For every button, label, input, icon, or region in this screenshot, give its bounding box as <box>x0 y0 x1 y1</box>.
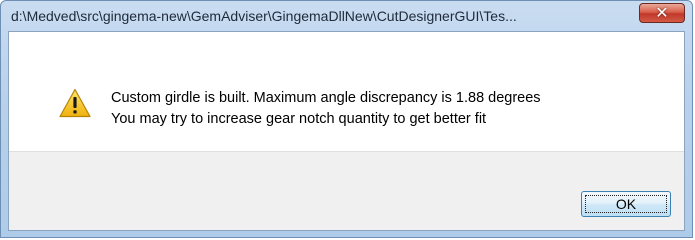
close-icon: ✕ <box>655 3 669 22</box>
message-line-2: You may try to increase gear notch quant… <box>111 111 487 127</box>
button-bar: OK <box>9 151 684 230</box>
title-bar[interactable]: d:\Medved\src\gingema-new\GemAdviser\Gin… <box>1 1 692 31</box>
window-title: d:\Medved\src\gingema-new\GemAdviser\Gin… <box>11 8 517 24</box>
dialog-client-area: Custom girdle is built. Maximum angle di… <box>8 31 685 231</box>
message-area: Custom girdle is built. Maximum angle di… <box>9 32 684 151</box>
warning-icon <box>59 88 91 118</box>
message-box-window: d:\Medved\src\gingema-new\GemAdviser\Gin… <box>0 0 693 238</box>
close-button[interactable]: ✕ <box>639 3 685 23</box>
ok-button[interactable]: OK <box>581 191 671 217</box>
message-text: Custom girdle is built. Maximum angle di… <box>111 88 541 130</box>
ok-button-label: OK <box>615 196 637 212</box>
message-line-1: Custom girdle is built. Maximum angle di… <box>111 90 541 106</box>
